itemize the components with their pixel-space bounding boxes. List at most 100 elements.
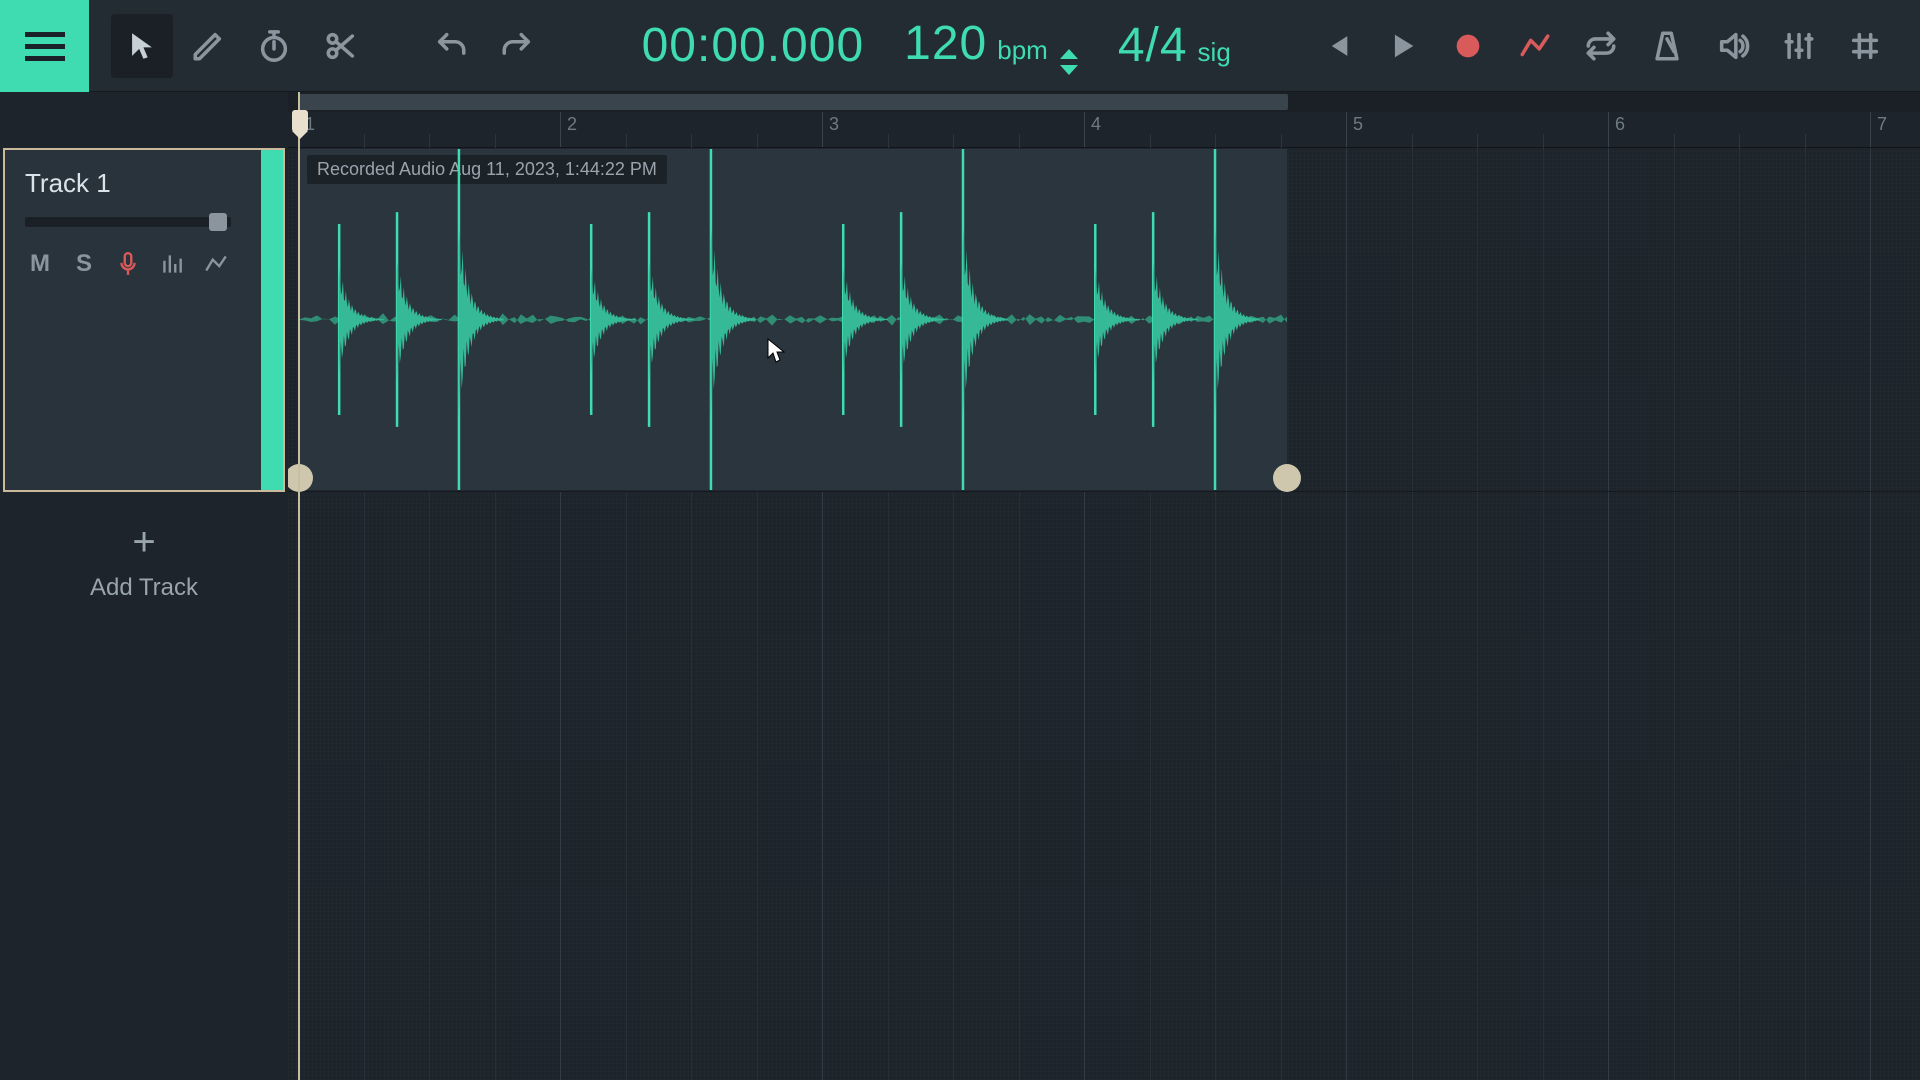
record-icon — [1451, 29, 1485, 63]
ruler-beat-tick — [626, 134, 627, 148]
redo-icon — [500, 29, 534, 63]
snap-button[interactable] — [1834, 14, 1896, 78]
tempo-spinner[interactable] — [1060, 49, 1078, 75]
ruler-bar-tick: 7 — [1870, 112, 1871, 147]
pencil-icon — [191, 29, 225, 63]
ruler-beat-tick — [495, 134, 496, 148]
up-arrow-icon — [1060, 49, 1078, 59]
ruler-beat-tick — [1215, 134, 1216, 148]
timesig-unit: sig — [1198, 37, 1231, 68]
ruler-bar-number: 6 — [1615, 114, 1625, 135]
track-color-strip — [261, 150, 283, 490]
mic-icon — [115, 251, 141, 277]
ruler-bar-tick: 2 — [560, 112, 561, 147]
arm-record-button[interactable] — [113, 249, 143, 279]
ruler-beat-tick — [1412, 134, 1413, 148]
tempo-unit: bpm — [997, 35, 1048, 66]
ruler-bar-number: 5 — [1353, 114, 1363, 135]
solo-button[interactable]: S — [69, 249, 99, 279]
mute-button[interactable]: M — [25, 249, 55, 279]
waveform-icon — [299, 149, 1287, 490]
metronome-button[interactable] — [1636, 14, 1698, 78]
ruler-beat-tick — [1805, 134, 1806, 148]
ruler-beat-tick — [1739, 134, 1740, 148]
ruler-bar-number: 4 — [1091, 114, 1101, 135]
ruler-beat-tick — [1150, 134, 1151, 148]
bars-icon — [159, 251, 185, 277]
add-track-button[interactable]: + Add Track — [0, 522, 288, 602]
loop-button[interactable] — [1570, 14, 1632, 78]
undo-button[interactable] — [420, 14, 482, 78]
ruler-bar-number: 1 — [305, 114, 315, 135]
hamburger-icon — [25, 30, 65, 62]
time-ruler[interactable]: 1 2 3 4 5 6 7 — [288, 112, 1920, 148]
ruler-bar-tick: 4 — [1084, 112, 1085, 147]
cursor-icon — [125, 29, 159, 63]
ruler-bar-number: 2 — [567, 114, 577, 135]
ruler-bar-tick: 3 — [822, 112, 823, 147]
loop-region-bar[interactable] — [288, 92, 1920, 112]
plus-icon: + — [132, 522, 155, 562]
ruler-beat-tick — [953, 134, 954, 148]
record-button[interactable] — [1437, 14, 1499, 78]
tempo-value: 120 — [904, 16, 987, 71]
ruler-beat-tick — [1477, 134, 1478, 148]
ruler-beat-tick — [757, 134, 758, 148]
draw-tool-button[interactable] — [177, 14, 239, 78]
clip-fade-out-handle[interactable] — [1273, 464, 1301, 492]
ruler-bar-tick: 1 — [298, 112, 299, 147]
automation-button[interactable] — [1504, 14, 1566, 78]
cut-tool-button[interactable] — [309, 14, 371, 78]
time-readout[interactable]: 00:00.000 — [624, 18, 883, 73]
line-chart-icon — [203, 251, 229, 277]
menu-button[interactable] — [0, 0, 89, 92]
ruler-beat-tick — [1019, 134, 1020, 148]
ruler-bar-number: 3 — [829, 114, 839, 135]
ruler-beat-tick — [1281, 134, 1282, 148]
stopwatch-icon — [257, 29, 291, 63]
rewind-button[interactable] — [1305, 14, 1367, 78]
loop-range[interactable] — [298, 94, 1288, 110]
tracks-area[interactable]: Recorded Audio Aug 11, 2023, 1:44:22 PM — [288, 148, 1920, 1080]
ruler-beat-tick — [691, 134, 692, 148]
workspace: Track 1 M S — [0, 92, 1920, 1080]
tempo-readout[interactable]: 120 bpm — [886, 16, 1096, 75]
timesig-value: 4/4 — [1118, 18, 1188, 73]
ruler-beat-tick — [888, 134, 889, 148]
mixer-button[interactable] — [1768, 14, 1830, 78]
track-list-sidebar: Track 1 M S — [0, 92, 288, 1080]
tempo-tool-button[interactable] — [243, 14, 305, 78]
timesig-readout[interactable]: 4/4 sig — [1100, 18, 1249, 73]
undo-icon — [434, 29, 468, 63]
ruler-beat-tick — [429, 134, 430, 148]
audio-clip[interactable]: Recorded Audio Aug 11, 2023, 1:44:22 PM — [298, 148, 1288, 491]
instrument-button[interactable] — [157, 249, 187, 279]
ruler-beat-tick — [364, 134, 365, 148]
ruler-beat-tick — [1543, 134, 1544, 148]
down-arrow-icon — [1060, 65, 1078, 75]
track-header[interactable]: Track 1 M S — [3, 148, 285, 492]
track-volume-slider[interactable] — [25, 217, 231, 227]
select-tool-button[interactable] — [111, 14, 173, 78]
automation-toggle-button[interactable] — [201, 249, 231, 279]
volume-icon — [1716, 29, 1750, 63]
skip-start-icon — [1319, 29, 1353, 63]
scissors-icon — [324, 29, 358, 63]
automation-icon — [1518, 29, 1552, 63]
ruler-bar-tick: 5 — [1346, 112, 1347, 147]
play-button[interactable] — [1371, 14, 1433, 78]
metronome-icon — [1650, 29, 1684, 63]
slider-thumb[interactable] — [209, 213, 227, 231]
ruler-beat-tick — [1674, 134, 1675, 148]
master-volume-button[interactable] — [1702, 14, 1764, 78]
ruler-bar-tick: 6 — [1608, 112, 1609, 147]
timeline: 1 2 3 4 5 6 7 Recorded Audio Aug 11, 2023, 1:4… — [288, 92, 1920, 1080]
add-track-label: Add Track — [90, 574, 198, 602]
toolbar: 00:00.000 120 bpm 4/4 sig — [0, 0, 1920, 92]
track-lane[interactable]: Recorded Audio Aug 11, 2023, 1:44:22 PM — [288, 148, 1920, 492]
grid-icon — [1848, 29, 1882, 63]
play-icon — [1385, 29, 1419, 63]
track-name-label[interactable]: Track 1 — [25, 168, 261, 199]
time-value: 00:00.000 — [642, 18, 865, 73]
redo-button[interactable] — [486, 14, 548, 78]
